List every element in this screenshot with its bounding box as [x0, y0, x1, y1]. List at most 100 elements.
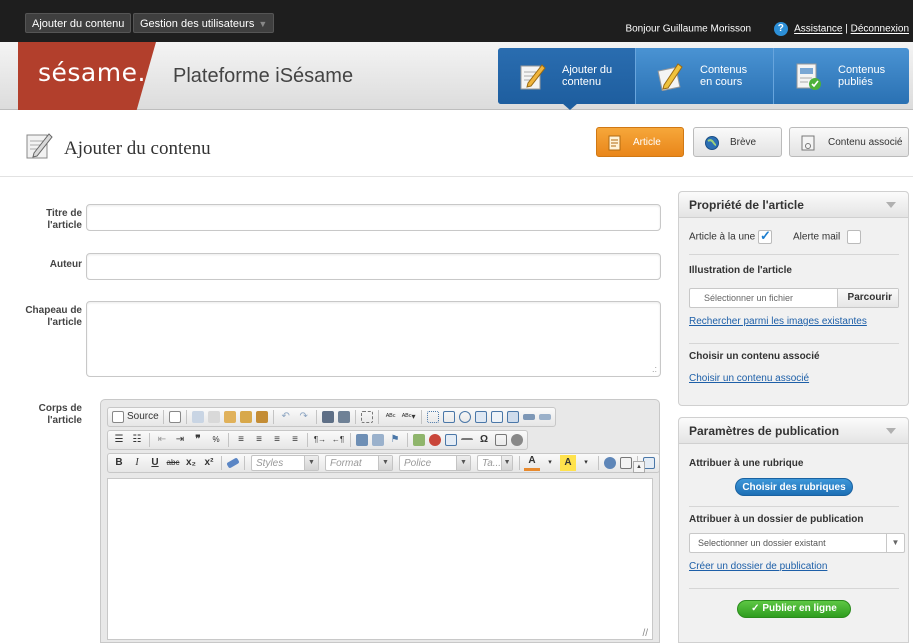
- publish-button[interactable]: ✓ Publier en ligne: [737, 600, 851, 618]
- show-blocks-icon[interactable]: [620, 457, 632, 469]
- menu-add-content[interactable]: Ajouter du contenu: [25, 13, 132, 33]
- file-input[interactable]: Sélectionner un fichier Parcourir: [689, 288, 899, 308]
- find-icon[interactable]: [321, 411, 334, 423]
- numbered-list-icon[interactable]: ☰: [111, 432, 127, 448]
- nav-content-in-progress[interactable]: Contenus en cours: [635, 48, 773, 104]
- text-color-icon[interactable]: A: [524, 455, 540, 471]
- undo-icon[interactable]: ↶: [278, 409, 294, 425]
- hidden-field-icon[interactable]: [538, 414, 551, 420]
- folder-select[interactable]: Selectionner un dossier existant ▼: [689, 533, 905, 553]
- copy-icon[interactable]: [207, 411, 220, 423]
- menu-user-management[interactable]: Gestion des utilisateurs ▼: [133, 13, 275, 33]
- nav-published-content[interactable]: Contenus publiés: [773, 48, 909, 104]
- chevron-down-icon[interactable]: ▾: [578, 455, 594, 471]
- toolbar-separator: [377, 410, 379, 424]
- styles-select[interactable]: Styles ▼: [251, 455, 319, 471]
- nav-add-content[interactable]: Ajouter du contenu: [498, 48, 635, 104]
- editor-content-area[interactable]: //: [107, 478, 653, 640]
- bulleted-list-icon[interactable]: ☷: [129, 432, 145, 448]
- textarea-icon[interactable]: [490, 411, 503, 423]
- form-icon[interactable]: [426, 411, 439, 423]
- indent-icon[interactable]: ⇥: [172, 432, 188, 448]
- select-field-icon[interactable]: [506, 411, 519, 423]
- toolbar-group-styles: B I U abc x₂ x² Styles ▼ Format ▼ Police ▼ …: [107, 453, 660, 473]
- paste-text-icon[interactable]: [239, 411, 252, 423]
- align-center-icon[interactable]: ≡: [251, 432, 267, 448]
- align-left-icon[interactable]: ≡: [233, 432, 249, 448]
- new-page-icon[interactable]: [168, 411, 181, 423]
- page-break-icon[interactable]: [495, 434, 507, 446]
- collapse-toolbar-icon[interactable]: ▲: [633, 461, 645, 473]
- spellcheck-icon[interactable]: ᴬᴮᶜ: [383, 409, 399, 425]
- chevron-down-icon[interactable]: [886, 428, 896, 434]
- ltr-icon[interactable]: ¶→: [312, 432, 328, 448]
- source-button[interactable]: Source: [127, 409, 159, 425]
- maximize-icon[interactable]: [604, 457, 616, 469]
- horizontal-rule-icon[interactable]: [461, 438, 473, 442]
- strikethrough-button[interactable]: abc: [165, 455, 181, 471]
- iframe-icon[interactable]: [511, 434, 523, 446]
- paste-word-icon[interactable]: [255, 411, 268, 423]
- create-folder-link[interactable]: Créer un dossier de publication: [689, 561, 827, 572]
- underline-button[interactable]: U: [147, 455, 163, 471]
- cut-icon[interactable]: [191, 411, 204, 423]
- background-color-icon[interactable]: A: [560, 455, 576, 471]
- associated-content-button[interactable]: Contenu associé: [789, 127, 909, 157]
- table-icon[interactable]: [445, 434, 457, 446]
- article-properties-header[interactable]: Propriété de l'article: [679, 192, 908, 218]
- checkbox-icon[interactable]: [442, 411, 455, 423]
- link-icon[interactable]: [356, 434, 368, 446]
- image-icon[interactable]: [413, 434, 425, 446]
- choose-rubrics-button[interactable]: Choisir des rubriques: [735, 478, 853, 496]
- assistance-link[interactable]: Assistance: [794, 24, 842, 35]
- redo-icon[interactable]: ↷: [296, 409, 312, 425]
- text-field-icon[interactable]: [474, 411, 487, 423]
- justify-icon[interactable]: ≡: [287, 432, 303, 448]
- remove-format-icon[interactable]: [226, 457, 240, 469]
- chevron-down-icon[interactable]: ▾: [542, 455, 558, 471]
- font-select[interactable]: Police ▼: [399, 455, 471, 471]
- editor-toolbar-row-2: ☰ ☷ ⇤ ⇥ ❞ % ≡ ≡ ≡ ≡ ¶→ ←¶ ⚑ Ω: [107, 430, 528, 450]
- div-container-icon[interactable]: %: [208, 432, 224, 448]
- chevron-down-icon: ▼: [886, 534, 904, 552]
- browse-button[interactable]: Parcourir: [836, 289, 898, 307]
- align-right-icon[interactable]: ≡: [269, 432, 285, 448]
- search-images-link[interactable]: Rechercher parmi les images existantes: [689, 316, 867, 327]
- title-input[interactable]: [86, 204, 661, 231]
- choose-associated-content-link[interactable]: Choisir un contenu associé: [689, 373, 809, 384]
- replace-icon[interactable]: [337, 411, 350, 423]
- flash-icon[interactable]: [429, 434, 441, 446]
- resize-grip-icon[interactable]: .:: [652, 364, 657, 374]
- spellcheck-as-you-type-icon[interactable]: ᴬᴮᶜ▾: [401, 409, 417, 425]
- outdent-icon[interactable]: ⇤: [154, 432, 170, 448]
- featured-checkbox[interactable]: [757, 228, 772, 244]
- paste-icon[interactable]: [223, 411, 236, 423]
- publication-settings-header[interactable]: Paramètres de publication: [679, 418, 908, 444]
- subscript-button[interactable]: x₂: [183, 455, 199, 471]
- bold-button[interactable]: B: [111, 455, 127, 471]
- rtl-icon[interactable]: ←¶: [330, 432, 346, 448]
- select-all-icon[interactable]: [360, 411, 373, 423]
- anchor-icon[interactable]: ⚑: [387, 432, 403, 448]
- lead-textarea[interactable]: .:: [86, 301, 661, 377]
- publication-settings-title: Paramètres de publication: [689, 424, 840, 438]
- blockquote-icon[interactable]: ❞: [190, 432, 206, 448]
- superscript-button[interactable]: x²: [201, 455, 217, 471]
- special-char-icon[interactable]: Ω: [476, 432, 492, 448]
- logo[interactable]: sésame.: [38, 58, 146, 87]
- mail-alert-checkbox[interactable]: [847, 230, 862, 244]
- author-input[interactable]: [86, 253, 661, 280]
- resize-grip-icon[interactable]: //: [642, 628, 648, 639]
- italic-button[interactable]: I: [129, 455, 145, 471]
- logout-link[interactable]: Déconnexion: [851, 24, 909, 35]
- file-input-placeholder: Sélectionner un fichier: [704, 293, 794, 303]
- button-field-icon[interactable]: [522, 414, 535, 420]
- unlink-icon[interactable]: [372, 434, 384, 446]
- breve-type-button[interactable]: Brève: [693, 127, 782, 157]
- article-type-button[interactable]: Article: [596, 127, 684, 157]
- help-icon[interactable]: ?: [773, 22, 788, 36]
- format-select[interactable]: Format ▼: [325, 455, 393, 471]
- radio-icon[interactable]: [458, 411, 471, 423]
- chevron-down-icon[interactable]: [886, 202, 896, 208]
- font-size-select[interactable]: Ta... ▼: [477, 455, 513, 471]
